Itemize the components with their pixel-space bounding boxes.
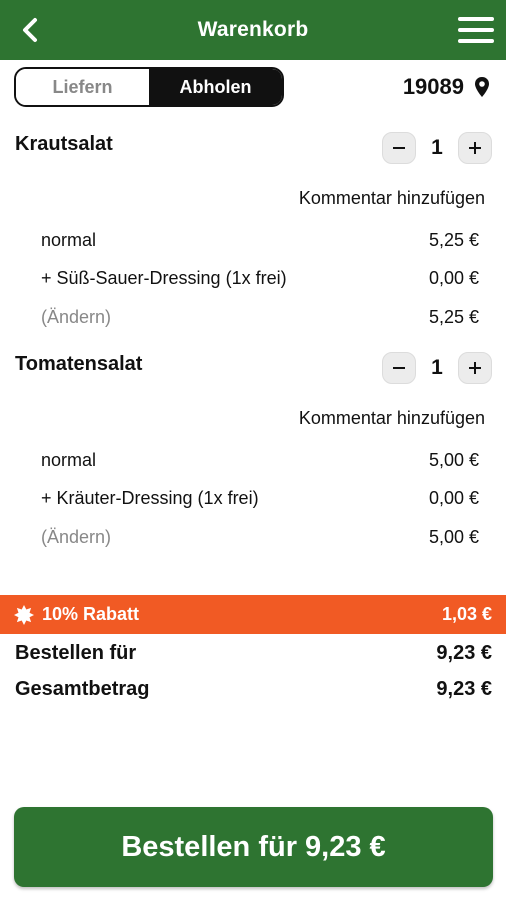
line-price: 0,00 € xyxy=(428,488,479,508)
hamburger-menu-icon[interactable] xyxy=(456,13,496,47)
change-item-link[interactable]: (Ändern) xyxy=(41,527,111,548)
cart-item-name: Tomatensalat xyxy=(15,353,143,375)
increase-quantity-button[interactable] xyxy=(458,352,492,384)
postal-code: 19089 xyxy=(402,74,464,99)
line-price: 5,25 € xyxy=(428,307,479,327)
line-label: + Süß-Sauer-Dressing (1x frei) xyxy=(41,268,287,288)
total-value: 9,23 € xyxy=(436,678,492,700)
quantity-value: 1 xyxy=(431,356,443,379)
item-line: normal 5,25 € xyxy=(41,230,479,251)
page-title: Warenkorb xyxy=(197,18,309,41)
plus-icon xyxy=(469,362,481,374)
line-price: 5,00 € xyxy=(428,450,479,470)
quantity-stepper: 1 xyxy=(382,351,492,385)
discount-banner: 10% Rabatt 1,03 € xyxy=(0,595,506,634)
quantity-value: 1 xyxy=(431,136,443,159)
change-item-link[interactable]: (Ändern) xyxy=(41,307,111,328)
line-price: 5,25 € xyxy=(428,230,479,250)
delivery-mode-toggle: Liefern Abholen xyxy=(14,67,284,107)
add-comment-link[interactable]: Kommentar hinzufügen xyxy=(299,408,485,429)
discount-label: 10% Rabatt xyxy=(42,604,140,624)
place-order-button[interactable]: Bestellen für 9,23 € xyxy=(14,807,493,887)
order-for-label: Bestellen für xyxy=(15,642,137,664)
delivery-option-liefern[interactable]: Liefern xyxy=(16,69,149,105)
increase-quantity-button[interactable] xyxy=(458,132,492,164)
item-line: normal 5,00 € xyxy=(41,450,479,471)
order-for-value: 9,23 € xyxy=(436,642,492,664)
line-label: + Kräuter-Dressing (1x frei) xyxy=(41,488,259,508)
line-label: normal xyxy=(41,230,97,250)
quantity-stepper: 1 xyxy=(382,131,492,165)
app-header: Warenkorb xyxy=(0,0,506,60)
order-for-row: Bestellen für 9,23 € xyxy=(15,642,492,665)
cart-item-name: Krautsalat xyxy=(15,133,113,155)
line-price: 5,00 € xyxy=(428,527,479,547)
item-line: + Süß-Sauer-Dressing (1x frei) 0,00 € xyxy=(41,268,479,289)
location-selector[interactable]: 19089 xyxy=(403,70,490,104)
discount-amount: 1,03 € xyxy=(441,604,492,624)
decrease-quantity-button[interactable] xyxy=(382,352,416,384)
delivery-option-abholen[interactable]: Abholen xyxy=(149,69,282,105)
total-label: Gesamtbetrag xyxy=(15,678,150,700)
total-row: Gesamtbetrag 9,23 € xyxy=(15,678,492,701)
minus-icon xyxy=(393,367,405,369)
line-price: 0,00 € xyxy=(428,268,479,288)
minus-icon xyxy=(393,147,405,149)
line-label: normal xyxy=(41,450,97,470)
badge-icon xyxy=(14,604,34,625)
plus-icon xyxy=(469,142,481,154)
decrease-quantity-button[interactable] xyxy=(382,132,416,164)
item-line: (Ändern) 5,25 € xyxy=(41,307,479,328)
add-comment-link[interactable]: Kommentar hinzufügen xyxy=(299,188,485,209)
item-line: (Ändern) 5,00 € xyxy=(41,527,479,548)
map-pin-icon xyxy=(475,77,489,97)
item-line: + Kräuter-Dressing (1x frei) 0,00 € xyxy=(41,488,479,509)
